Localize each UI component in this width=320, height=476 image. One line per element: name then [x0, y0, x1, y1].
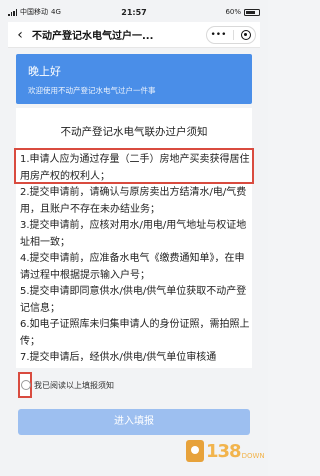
watermark-number: 138	[206, 440, 242, 462]
battery-percent: 60%	[225, 8, 241, 16]
watermark-logo-icon	[186, 440, 204, 462]
notice-card: 不动产登记水电气联办过户须知 1.申请人应为通过存量（二手）房地产买卖获得居住用…	[16, 108, 252, 368]
agree-checkbox[interactable]	[18, 372, 32, 398]
notice-item: 6.如电子证照库未归集申请人的身份证照，需拍照上传；	[20, 319, 250, 347]
agree-label: 我已阅读以上填报须知	[34, 380, 114, 390]
notice-item: 4.提交申请前，应准备水电气《缴费通知单》，在申请过程中根据提示输入户号；	[20, 253, 245, 281]
page-title: 不动产登记水电气过户一...	[32, 31, 154, 42]
enter-fill-button[interactable]: 进入填报	[18, 409, 250, 435]
notice-item: 7.提交申请后，经供水/供电/供气单位审核通	[20, 352, 217, 363]
nav-bar: ‹ 不动产登记水电气过户一... •••	[8, 22, 260, 48]
status-right: 60%	[225, 8, 260, 16]
battery-icon	[244, 8, 260, 16]
watermark-suffix: DOWN	[241, 452, 265, 460]
status-bar: 中国移动 4G 21:57 60%	[8, 4, 260, 20]
phone-screen: 中国移动 4G 21:57 60% ‹ 不动产登记水电气过户一... ••• 晚…	[0, 0, 268, 476]
greeting-text: 晚上好	[28, 65, 61, 78]
status-time: 21:57	[121, 7, 147, 17]
notice-list: 1.申请人应为通过存量（二手）房地产买卖获得居住用房产权的权利人； 2.提交申请…	[20, 152, 250, 367]
close-target-icon[interactable]	[241, 29, 252, 40]
highlight-box	[14, 148, 254, 184]
welcome-subtitle: 欢迎使用不动产登记水电气过户一件事	[28, 86, 156, 95]
watermark: 138 DOWN	[186, 434, 265, 468]
capsule-divider	[233, 29, 235, 40]
greeting-banner: 晚上好 欢迎使用不动产登记水电气过户一件事	[16, 54, 252, 104]
back-chevron-icon[interactable]: ‹	[8, 27, 32, 43]
notice-item: 2.提交申请前，请确认与原房卖出方结清水/电/气费用，且账户不存在未办结业务；	[20, 187, 247, 215]
notice-title: 不动产登记水电气联办过户须知	[60, 126, 208, 138]
notice-item: 5.提交申请即同意供水/供电/供气单位获取不动产登记信息；	[20, 286, 247, 314]
more-menu-icon[interactable]: •••	[211, 30, 227, 40]
notice-item: 3.提交申请前，应核对用水/用电/用气地址与权证地址相一致；	[20, 220, 247, 248]
agree-row[interactable]: 我已阅读以上填报须知	[16, 370, 252, 400]
mini-program-capsule: •••	[206, 25, 256, 44]
